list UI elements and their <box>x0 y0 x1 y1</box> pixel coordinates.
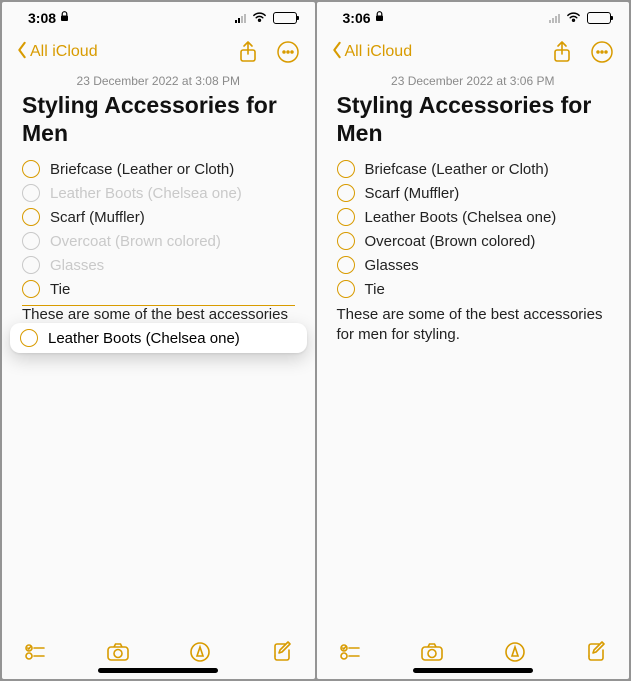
check-item[interactable]: Glasses <box>22 253 295 277</box>
check-item-label: Leather Boots (Chelsea one) <box>365 209 557 226</box>
compose-button[interactable] <box>271 641 293 668</box>
check-item-label: Scarf (Muffler) <box>365 185 460 202</box>
check-item-label: Tie <box>50 281 70 298</box>
dragging-item[interactable]: Leather Boots (Chelsea one) <box>10 323 307 353</box>
check-circle-icon[interactable] <box>22 160 40 178</box>
check-item[interactable]: Briefcase (Leather or Cloth) <box>22 157 295 181</box>
check-circle-icon[interactable] <box>22 232 40 250</box>
check-item-label: Briefcase (Leather or Cloth) <box>50 161 234 178</box>
chevron-left-icon <box>331 41 343 64</box>
cellular-icon <box>549 14 560 23</box>
dragging-item-label: Leather Boots (Chelsea one) <box>48 330 240 347</box>
cellular-icon <box>235 14 246 23</box>
more-button[interactable] <box>589 39 615 65</box>
note-date: 23 December 2022 at 3:06 PM <box>317 70 630 88</box>
chevron-left-icon <box>16 41 28 64</box>
phone-right: 3:06 All iCloud 2 <box>317 2 630 679</box>
status-bar: 3:06 <box>317 2 630 34</box>
home-indicator[interactable] <box>413 668 533 673</box>
check-item[interactable]: Scarf (Muffler) <box>22 205 295 229</box>
more-button[interactable] <box>275 39 301 65</box>
phone-left: 3:08 All iCloud 2 <box>2 2 315 679</box>
check-circle-icon[interactable] <box>337 184 355 202</box>
check-circle-icon[interactable] <box>337 208 355 226</box>
check-item[interactable]: Glasses <box>337 253 610 277</box>
camera-button[interactable] <box>106 641 130 668</box>
markup-button[interactable] <box>504 641 526 668</box>
note-body: These are some of the best accessories f… <box>337 305 610 346</box>
check-item-ghost: Leather Boots (Chelsea one) <box>22 181 295 205</box>
note-content[interactable]: Styling Accessories for Men Briefcase (L… <box>2 88 315 629</box>
camera-button[interactable] <box>420 641 444 668</box>
check-circle-icon[interactable] <box>22 256 40 274</box>
home-indicator[interactable] <box>98 668 218 673</box>
share-button[interactable] <box>235 39 261 65</box>
markup-button[interactable] <box>189 641 211 668</box>
check-item[interactable]: Overcoat (Brown colored) <box>22 229 295 253</box>
checklist-button[interactable] <box>24 641 46 668</box>
check-item-label: Scarf (Muffler) <box>50 209 145 226</box>
back-button[interactable]: All iCloud <box>16 41 98 64</box>
compose-button[interactable] <box>585 641 607 668</box>
status-time: 3:08 <box>28 10 56 26</box>
wifi-icon <box>252 10 267 26</box>
drop-indicator <box>22 305 295 306</box>
status-bar: 3:08 <box>2 2 315 34</box>
check-item-label: Glasses <box>50 257 104 274</box>
lock-icon <box>60 11 69 25</box>
checklist: Briefcase (Leather or Cloth) Scarf (Muff… <box>337 157 610 301</box>
battery-icon <box>273 12 297 24</box>
check-circle-icon[interactable] <box>337 160 355 178</box>
check-item-label: Leather Boots (Chelsea one) <box>50 185 242 202</box>
checklist-button[interactable] <box>339 641 361 668</box>
check-item[interactable]: Overcoat (Brown colored) <box>337 229 610 253</box>
note-content[interactable]: Styling Accessories for Men Briefcase (L… <box>317 88 630 629</box>
check-item-label: Overcoat (Brown colored) <box>50 233 221 250</box>
check-circle-icon <box>22 184 40 202</box>
back-label: All iCloud <box>30 43 98 61</box>
check-item[interactable]: Tie <box>337 277 610 301</box>
check-circle-icon[interactable] <box>337 256 355 274</box>
check-item[interactable]: Tie <box>22 277 295 301</box>
share-button[interactable] <box>549 39 575 65</box>
battery-icon <box>587 12 611 24</box>
note-title: Styling Accessories for Men <box>337 92 610 147</box>
check-item[interactable]: Briefcase (Leather or Cloth) <box>337 157 610 181</box>
status-time: 3:06 <box>343 10 371 26</box>
check-item[interactable]: Scarf (Muffler) <box>337 181 610 205</box>
check-item-label: Tie <box>365 281 385 298</box>
check-circle-icon[interactable] <box>337 280 355 298</box>
check-item-label: Glasses <box>365 257 419 274</box>
check-item[interactable]: Leather Boots (Chelsea one) <box>337 205 610 229</box>
back-button[interactable]: All iCloud <box>331 41 413 64</box>
check-circle-icon[interactable] <box>22 208 40 226</box>
note-date: 23 December 2022 at 3:08 PM <box>2 70 315 88</box>
note-title: Styling Accessories for Men <box>22 92 295 147</box>
checklist: Briefcase (Leather or Cloth) Leather Boo… <box>22 157 295 301</box>
wifi-icon <box>566 10 581 26</box>
check-circle-icon[interactable] <box>22 280 40 298</box>
nav-bar: All iCloud <box>317 34 630 70</box>
check-circle-icon[interactable] <box>337 232 355 250</box>
check-item-label: Overcoat (Brown colored) <box>365 233 536 250</box>
lock-icon <box>375 11 384 25</box>
nav-bar: All iCloud <box>2 34 315 70</box>
check-circle-icon <box>20 329 38 347</box>
back-label: All iCloud <box>345 43 413 61</box>
check-item-label: Briefcase (Leather or Cloth) <box>365 161 549 178</box>
